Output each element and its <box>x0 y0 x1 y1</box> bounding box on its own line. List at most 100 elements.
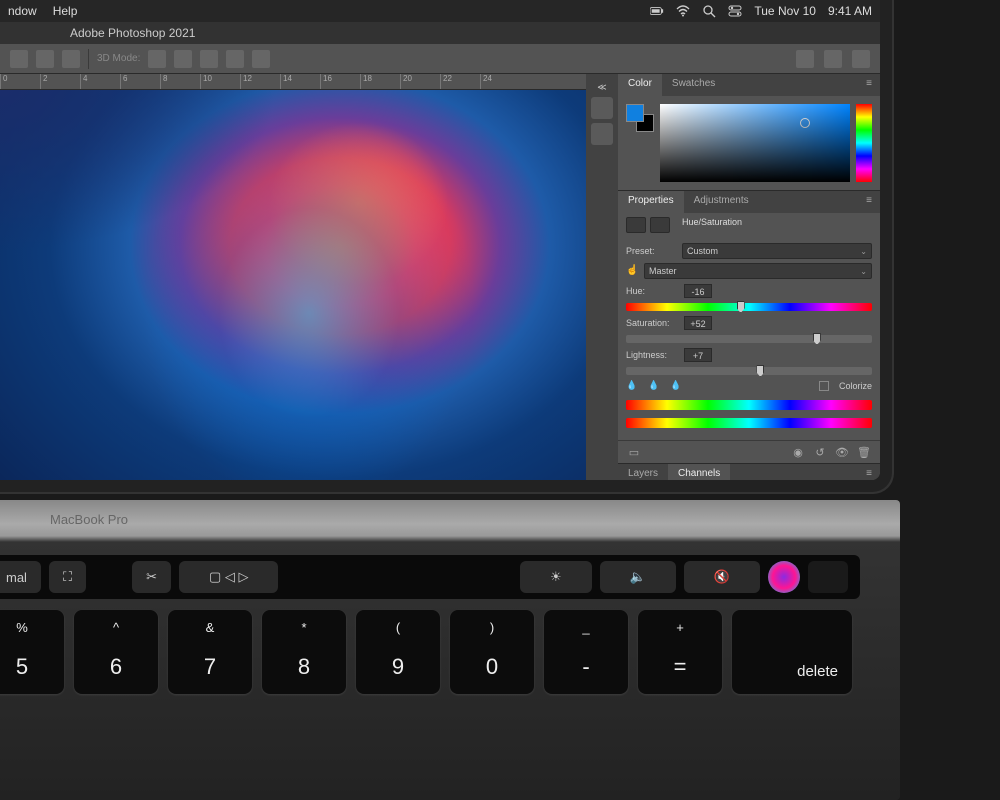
properties-tab[interactable]: Properties <box>618 191 684 213</box>
delete-adjustment-icon[interactable]: 🗑 <box>856 445 872 459</box>
panel-menu-icon[interactable]: ≡ <box>858 191 880 213</box>
color-field-marker[interactable] <box>800 118 810 128</box>
foreground-background-swatch[interactable] <box>626 104 654 132</box>
panel-menu-icon[interactable]: ≡ <box>858 74 880 96</box>
preset-value: Custom <box>687 246 718 256</box>
laptop-screen: ndow Help Tue Nov 10 9:41 AM Adobe Photo… <box>0 0 880 480</box>
range-select[interactable]: Master⌄ <box>644 263 872 279</box>
brushes-dock-icon[interactable] <box>591 123 613 145</box>
saturation-slider-thumb[interactable] <box>813 333 821 345</box>
app-title: Adobe Photoshop 2021 <box>70 26 195 40</box>
swatches-tab[interactable]: Swatches <box>662 74 725 96</box>
keyboard-key[interactable]: += <box>638 610 722 694</box>
macos-menubar: ndow Help Tue Nov 10 9:41 AM <box>0 0 880 22</box>
touchbar-brightness-icon[interactable]: ☀ <box>520 561 592 593</box>
slide-icon[interactable] <box>226 50 244 68</box>
reset-icon[interactable]: ↺ <box>812 445 828 459</box>
eyedropper-icon[interactable]: 💧 <box>626 380 638 392</box>
cursor-tool-icon[interactable] <box>10 50 28 68</box>
keyboard-key[interactable]: %5 <box>0 610 64 694</box>
color-field[interactable] <box>660 104 850 182</box>
hue-value[interactable]: -16 <box>684 284 712 298</box>
channels-panel: Layers Channels ≡ 👁 RGB ⌘2👁 Red ⌘3👁 Gree… <box>618 464 880 480</box>
keyboard-key[interactable]: ^6 <box>74 610 158 694</box>
color-panel: Color Swatches ≡ <box>618 74 880 191</box>
rotate-tool-icon[interactable] <box>36 50 54 68</box>
eyedropper-add-icon[interactable]: 💧 <box>648 380 660 392</box>
mask-icon[interactable] <box>650 217 670 233</box>
hue-slider-thumb[interactable] <box>737 301 745 313</box>
delete-key[interactable]: delete <box>732 610 852 694</box>
toggle-visibility-icon[interactable]: 👁 <box>834 445 850 459</box>
touchbar: mal ⛶ ✂ ▢ ◁ ▷ ☀ 🔈 🔇 <box>0 555 860 599</box>
hue-label: Hue: <box>626 286 678 296</box>
adjustments-tab[interactable]: Adjustments <box>684 191 759 213</box>
panel-menu-icon[interactable]: ≡ <box>858 464 880 480</box>
roll-icon[interactable] <box>200 50 218 68</box>
ruler-horizontal: 024681012141618202224 <box>0 74 618 90</box>
eyedropper-subtract-icon[interactable]: 💧 <box>670 380 682 392</box>
keyboard-key[interactable]: &7 <box>168 610 252 694</box>
history-dock-icon[interactable] <box>591 97 613 119</box>
battery-icon[interactable] <box>650 4 664 18</box>
control-center-icon[interactable] <box>728 4 742 18</box>
layers-tab[interactable]: Layers <box>618 464 668 480</box>
panel-column: Color Swatches ≡ <box>618 74 880 480</box>
range-value: Master <box>649 266 677 276</box>
keyboard-key[interactable]: *8 <box>262 610 346 694</box>
pan-icon[interactable] <box>174 50 192 68</box>
keyboard-key[interactable]: )0 <box>450 610 534 694</box>
saturation-slider[interactable] <box>626 335 872 343</box>
keyboard-key[interactable]: _- <box>544 610 628 694</box>
touchbar-mode[interactable]: mal <box>0 561 41 593</box>
saturation-label: Saturation: <box>626 318 678 328</box>
siri-button[interactable] <box>768 561 800 593</box>
touchbar-volume-down-icon[interactable]: 🔈 <box>600 561 676 593</box>
target-adjust-icon[interactable]: ☝ <box>626 265 638 277</box>
view-previous-icon[interactable]: ◉ <box>790 445 806 459</box>
preset-label: Preset: <box>626 246 676 256</box>
workspace-icon[interactable] <box>824 50 842 68</box>
channels-tab[interactable]: Channels <box>668 464 730 480</box>
menu-window[interactable]: ndow <box>8 4 37 18</box>
hue-strip[interactable] <box>856 104 872 182</box>
touchbar-screenshot-icon[interactable]: ✂ <box>132 561 171 593</box>
canvas-midtone <box>0 90 618 480</box>
scale-icon[interactable] <box>252 50 270 68</box>
search-icon[interactable] <box>796 50 814 68</box>
colorize-checkbox[interactable] <box>819 381 829 391</box>
menubar-time[interactable]: 9:41 AM <box>828 4 872 18</box>
foreground-color[interactable] <box>626 104 644 122</box>
orbit-icon[interactable] <box>148 50 166 68</box>
lightness-label: Lightness: <box>626 350 678 360</box>
touchbar-media-controls[interactable]: ▢ ◁ ▷ <box>179 561 279 593</box>
menubar-date[interactable]: Tue Nov 10 <box>754 4 816 18</box>
spotlight-icon[interactable] <box>702 4 716 18</box>
preset-select[interactable]: Custom⌄ <box>682 243 872 259</box>
properties-panel: Properties Adjustments ≡ Hue/Saturation … <box>618 191 880 464</box>
clip-to-layer-icon[interactable]: ▭ <box>626 445 642 459</box>
divider <box>88 49 89 69</box>
menu-help[interactable]: Help <box>53 4 78 18</box>
touchbar-crop-icon[interactable]: ⛶ <box>49 561 86 593</box>
touchbar-mute-icon[interactable]: 🔇 <box>684 561 760 593</box>
touch-id[interactable] <box>808 561 848 593</box>
camera-tool-icon[interactable] <box>62 50 80 68</box>
adjustment-type-label: Hue/Saturation <box>674 217 750 233</box>
keyboard-key[interactable]: (9 <box>356 610 440 694</box>
canvas-area[interactable]: 024681012141618202224 <box>0 74 618 480</box>
adjustment-type-icon[interactable] <box>626 217 646 233</box>
lightness-slider-thumb[interactable] <box>756 365 764 377</box>
input-spectrum <box>626 400 872 410</box>
keyboard: %5^6&7*8(9)0_-+=delete <box>0 610 852 694</box>
options-toolbar: 3D Mode: <box>0 44 880 74</box>
lightness-value[interactable]: +7 <box>684 348 712 362</box>
color-tab[interactable]: Color <box>618 74 662 96</box>
share-icon[interactable] <box>852 50 870 68</box>
wifi-icon[interactable] <box>676 4 690 18</box>
hue-slider[interactable] <box>626 303 872 311</box>
collapse-dock-icon[interactable]: ≪ <box>597 82 606 93</box>
saturation-value[interactable]: +52 <box>684 316 712 330</box>
panel-dock: ≪ <box>586 74 618 480</box>
lightness-slider[interactable] <box>626 367 872 375</box>
